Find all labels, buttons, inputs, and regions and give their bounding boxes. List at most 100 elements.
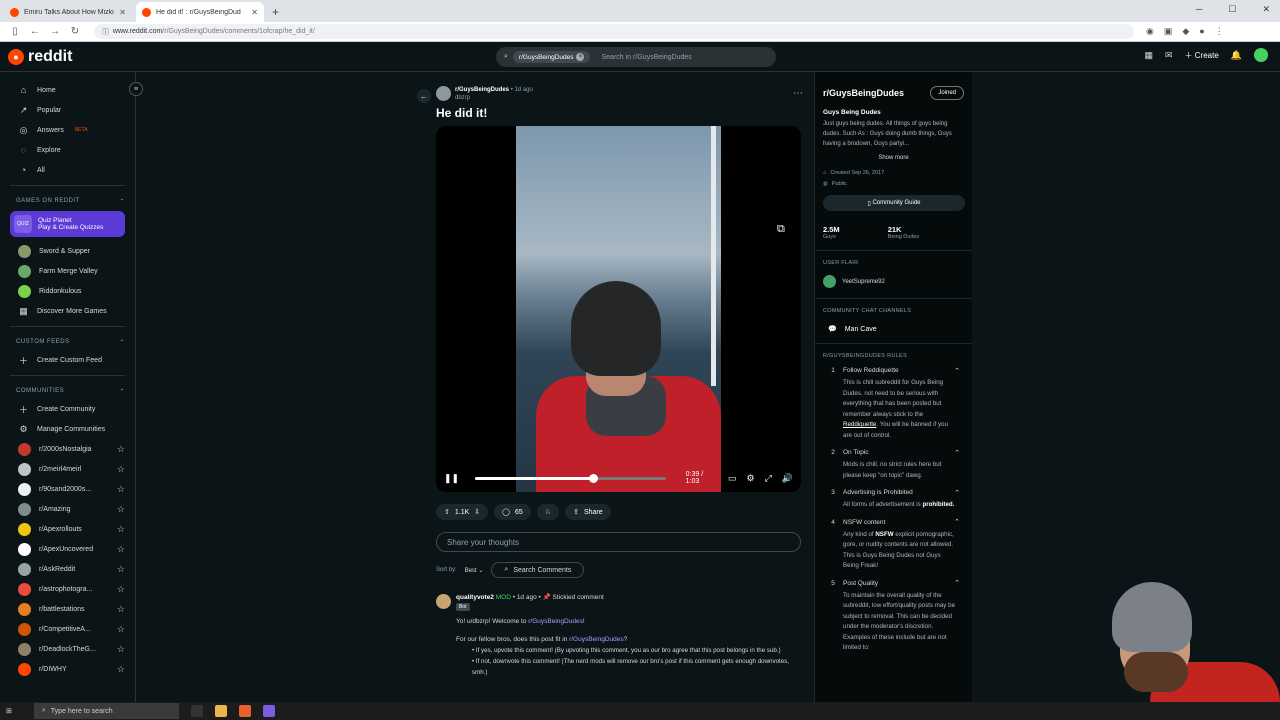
award-button[interactable]: ♘ — [536, 504, 560, 520]
subreddit-avatar[interactable] — [436, 86, 451, 101]
create-community[interactable]: ＋ Create Community — [10, 399, 125, 419]
discover-games[interactable]: ▦ Discover More Games — [10, 301, 125, 321]
sidebar-game[interactable]: Farm Merge Valley — [10, 261, 125, 281]
clear-chip-icon[interactable]: × — [576, 53, 585, 61]
windows-start-icon[interactable]: ⊞ — [6, 707, 12, 715]
share-button[interactable]: ⇪ Share — [565, 504, 611, 520]
comment-author[interactable]: qualityvote2 — [456, 594, 494, 601]
advertise-icon[interactable]: ▦ — [1144, 50, 1153, 61]
back-icon[interactable]: ← — [30, 26, 40, 37]
favorite-star-icon[interactable]: ☆ — [117, 664, 125, 675]
rule-item[interactable]: 1 Follow Reddiquette ⌃ This is chill subre… — [823, 363, 964, 441]
favorite-star-icon[interactable]: ☆ — [117, 644, 125, 655]
author-link[interactable]: dbzrp — [455, 95, 470, 101]
maximize-icon[interactable]: ☐ — [1228, 4, 1236, 15]
video-player[interactable]: ⧉ ❚❚ 0:39 / 1:03 ▭ ⚙ ⤢ 🔊 — [436, 126, 801, 492]
back-button[interactable]: ← — [417, 89, 431, 103]
communities-heading[interactable]: COMMUNITIES ⌃ — [10, 383, 125, 399]
search-input[interactable]: Search in r/GuysBeingDudes — [601, 54, 691, 61]
favorite-star-icon[interactable]: ☆ — [117, 444, 125, 455]
sidebar-item-all[interactable]: ◔ All — [10, 160, 125, 180]
rule-item[interactable]: 4 NSFW content ⌃ Any kind of NSFW explicit… — [823, 515, 964, 572]
quiz-planet-card[interactable]: QUIZ Quiz Planet Play & Create Quizzes — [10, 211, 125, 237]
close-tab-icon[interactable]: ✕ — [119, 8, 126, 17]
sidebar-community[interactable]: r/ApexUncovered ☆ — [10, 539, 125, 559]
sidebar-item-answers[interactable]: ◎ Answers BETA — [10, 120, 125, 140]
sidebar-community[interactable]: r/2meirl4meirl ☆ — [10, 459, 125, 479]
sidebar-community[interactable]: r/DeadlockTheG... ☆ — [10, 639, 125, 659]
twitch-icon[interactable] — [262, 705, 275, 717]
notifications-icon[interactable]: 🔔 — [1231, 50, 1242, 61]
extension-icon[interactable]: ◆ — [1182, 26, 1189, 37]
sidebar-community[interactable]: r/astrophotogra... ☆ — [10, 579, 125, 599]
subreddit-search-chip[interactable]: r/GuysBeingDudes × — [512, 51, 591, 63]
firefox-icon[interactable] — [238, 705, 251, 717]
site-info-icon[interactable]: ⓘ — [102, 27, 113, 37]
rule-item[interactable]: 3 Advertising is Prohibited ⌃ All forms of… — [823, 485, 964, 511]
sidebar-game[interactable]: Riddonkulous — [10, 281, 125, 301]
favorite-star-icon[interactable]: ☆ — [117, 464, 125, 475]
pause-icon[interactable]: ❚❚ — [444, 473, 459, 484]
upvote-icon[interactable]: ⇧ — [444, 508, 450, 516]
task-view-icon[interactable] — [190, 705, 203, 717]
browser-tab-active[interactable]: He did it! : r/GuysBeingDud ✕ — [136, 2, 264, 22]
custom-feeds-heading[interactable]: CUSTOM FEEDS ⌃ — [10, 334, 125, 350]
show-more-button[interactable]: Show more — [823, 155, 964, 161]
reload-icon[interactable]: ↻ — [70, 26, 80, 37]
sidebar-community[interactable]: r/2000sNostalgia ☆ — [10, 439, 125, 459]
new-tab-button[interactable]: + — [272, 5, 279, 19]
games-heading[interactable]: GAMES ON REDDIT ⌃ — [10, 193, 125, 209]
sidebar-community[interactable]: r/Amazing ☆ — [10, 499, 125, 519]
joined-button[interactable]: Joined — [930, 86, 964, 100]
search-bar[interactable]: ⌕ r/GuysBeingDudes × Search in r/GuysBein… — [496, 47, 776, 67]
sidebar-game[interactable]: Sword & Supper — [10, 241, 125, 261]
favorite-star-icon[interactable]: ☆ — [117, 544, 125, 555]
profile-icon[interactable]: ● — [1199, 26, 1204, 37]
comments-button[interactable]: ◯ 65 — [494, 504, 531, 520]
downvote-icon[interactable]: ⇩ — [474, 508, 480, 516]
sidebar-item-home[interactable]: ⌂ Home — [10, 80, 125, 100]
sidebar-item-explore[interactable]: ◌ Explore — [10, 140, 125, 160]
sidebar-community[interactable]: r/AskReddit ☆ — [10, 559, 125, 579]
minimize-icon[interactable]: ─ — [1196, 4, 1202, 15]
chat-icon[interactable]: ✉ — [1165, 50, 1173, 61]
close-tab-icon[interactable]: ✕ — [251, 8, 258, 17]
captions-icon[interactable]: ▭ — [728, 473, 737, 484]
favorite-star-icon[interactable]: ☆ — [117, 604, 125, 615]
url-field[interactable]: ⓘ www.reddit.com/r/GuysBeingDudes/commen… — [94, 24, 1134, 39]
more-options-icon[interactable]: ⋯ — [793, 88, 803, 99]
volume-icon[interactable]: 🔊 — [782, 473, 793, 484]
menu-icon[interactable]: ⋮ — [1215, 26, 1224, 37]
subreddit-link[interactable]: r/GuysBeingDudes — [455, 87, 509, 93]
extension-icon[interactable]: ◉ — [1146, 26, 1154, 37]
sidebar-community[interactable]: r/battlestations ☆ — [10, 599, 125, 619]
sidebar-item-popular[interactable]: ↗ Popular — [10, 100, 125, 120]
search-comments-input[interactable]: ⌕ Search Comments — [491, 562, 585, 578]
taskbar-search[interactable]: ⌕ Type here to search — [33, 703, 179, 719]
create-custom-feed[interactable]: ＋ Create Custom Feed — [10, 350, 125, 370]
community-guide-button[interactable]: ▯ Community Guide — [823, 195, 965, 211]
commenter-avatar[interactable] — [436, 594, 451, 609]
reddit-logo[interactable]: ● reddit — [8, 48, 72, 66]
fullscreen-icon[interactable]: ⤢ — [765, 473, 772, 484]
collapse-sidebar-icon[interactable]: ≡ — [129, 82, 143, 96]
picture-in-picture-icon[interactable]: ⧉ — [777, 223, 785, 236]
extension-icon[interactable]: ▣ — [1164, 26, 1173, 37]
sidebar-community[interactable]: r/Apexrollouts ☆ — [10, 519, 125, 539]
favorite-star-icon[interactable]: ☆ — [117, 504, 125, 515]
sidebar-community[interactable]: r/DIWHY ☆ — [10, 659, 125, 679]
browser-tab[interactable]: Emiru Talks About How Mizkif G ✕ — [4, 2, 132, 22]
sidebar-community[interactable]: r/90sand2000s... ☆ — [10, 479, 125, 499]
favorite-star-icon[interactable]: ☆ — [117, 524, 125, 535]
favorite-star-icon[interactable]: ☆ — [117, 484, 125, 495]
rule-item[interactable]: 5 Post Quality ⌃ To maintain the overall q… — [823, 576, 964, 654]
seek-handle[interactable] — [589, 473, 599, 483]
close-window-icon[interactable]: ✕ — [1262, 4, 1270, 15]
user-flair[interactable]: YeetSupreme92 — [823, 275, 964, 288]
user-avatar[interactable] — [1254, 48, 1268, 62]
create-post-button[interactable]: ＋ Create — [1185, 50, 1219, 61]
favorite-star-icon[interactable]: ☆ — [117, 564, 125, 575]
forward-icon[interactable]: → — [50, 26, 60, 37]
seek-bar[interactable] — [475, 473, 666, 483]
favorite-star-icon[interactable]: ☆ — [117, 624, 125, 635]
